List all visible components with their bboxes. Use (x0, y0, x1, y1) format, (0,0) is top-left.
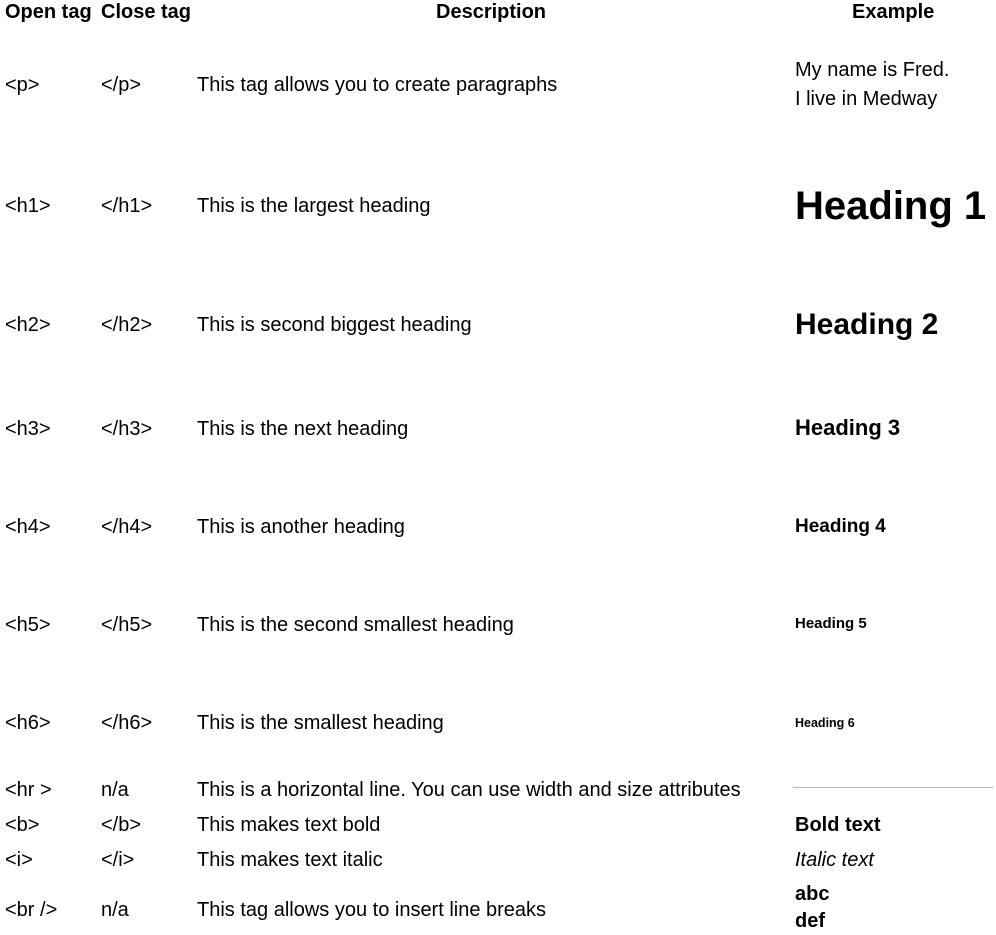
example-heading-1: Heading 1 (795, 184, 987, 228)
description: This makes text bold (197, 814, 381, 836)
close-tag: </h3> (101, 418, 153, 440)
open-tag: <h6> (5, 712, 51, 734)
close-tag: </h6> (101, 712, 153, 734)
description: This is the next heading (197, 418, 409, 440)
open-tag: <p> (5, 74, 40, 96)
example-heading-4: Heading 4 (795, 516, 886, 537)
example-line-break-line-1: abc (795, 883, 830, 905)
open-tag: <br /> (5, 899, 58, 921)
close-tag: </h2> (101, 314, 153, 336)
example-horizontal-line (793, 787, 993, 788)
close-tag: </h1> (101, 195, 153, 217)
description: This is second biggest heading (197, 314, 472, 336)
example-italic-text: Italic text (795, 849, 874, 871)
example-heading-6: Heading 6 (795, 716, 855, 730)
example-paragraph-line-2: I live in Medway (795, 88, 938, 110)
open-tag: <h5> (5, 614, 51, 636)
close-tag: n/a (101, 899, 129, 921)
header-open-tag: Open tag (5, 1, 92, 23)
close-tag: </h5> (101, 614, 153, 636)
description: This makes text italic (197, 849, 383, 871)
description: This is the second smallest heading (197, 614, 514, 636)
open-tag: <i> (5, 849, 33, 871)
description: This is a horizontal line. You can use w… (197, 779, 741, 801)
open-tag: <h4> (5, 516, 51, 538)
close-tag: n/a (101, 779, 129, 801)
open-tag: <h1> (5, 195, 51, 217)
close-tag: </b> (101, 814, 142, 836)
header-example: Example (852, 1, 935, 23)
open-tag: <b> (5, 814, 40, 836)
close-tag: </h4> (101, 516, 153, 538)
description: This is another heading (197, 516, 405, 538)
open-tag: <h3> (5, 418, 51, 440)
header-close-tag: Close tag (101, 1, 192, 23)
example-bold-text: Bold text (795, 814, 881, 836)
open-tag: <hr > (5, 779, 52, 801)
close-tag: </i> (101, 849, 135, 871)
description: This is the smallest heading (197, 712, 444, 734)
example-heading-3: Heading 3 (795, 415, 901, 440)
header-description: Description (436, 1, 547, 23)
description: This tag allows you to create paragraphs (197, 74, 558, 96)
close-tag: </p> (101, 74, 142, 96)
description: This tag allows you to insert line break… (197, 899, 547, 921)
example-paragraph-line-1: My name is Fred. (795, 59, 950, 81)
open-tag: <h2> (5, 314, 51, 336)
description: This is the largest heading (197, 195, 431, 217)
example-heading-5: Heading 5 (795, 615, 867, 632)
example-heading-2: Heading 2 (795, 308, 939, 341)
